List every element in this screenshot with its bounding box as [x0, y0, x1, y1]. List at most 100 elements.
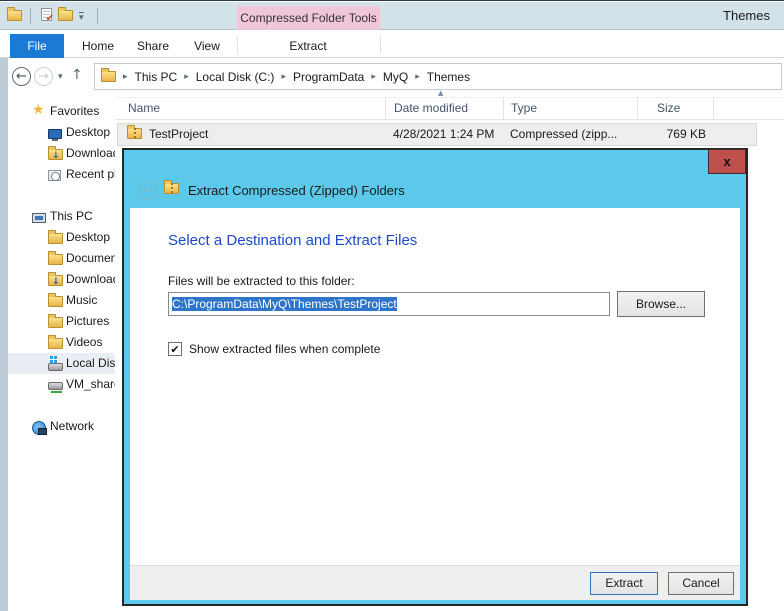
qat-properties-icon[interactable] [41, 8, 52, 21]
file-date-modified: 4/28/2021 1:24 PM [393, 127, 503, 141]
tab-file[interactable]: File [10, 34, 64, 58]
extract-button[interactable]: Extract [590, 572, 658, 595]
videos-folder-icon [48, 338, 63, 349]
tab-view[interactable]: View [184, 34, 230, 58]
column-header-type[interactable]: Type [511, 101, 537, 115]
column-header-name[interactable]: Name [128, 101, 160, 115]
dialog-close-button[interactable]: x [708, 149, 746, 174]
disk-drive-icon [48, 363, 63, 371]
sidebar-item-desktop[interactable]: Desktop [8, 122, 115, 143]
file-size: 769 KB [638, 127, 706, 141]
title-bar: ▾ Compressed Folder Tools Themes [0, 2, 784, 30]
star-icon: ★ [32, 103, 45, 117]
tab-share[interactable]: Share [128, 34, 178, 58]
breadcrumb-arrow-icon: ▸ [184, 72, 189, 82]
breadcrumb-this-pc[interactable]: This PC [135, 70, 178, 84]
zip-folder-icon [127, 128, 142, 139]
dialog-back-button: ← [138, 181, 157, 200]
sidebar-group-this-pc[interactable]: This PC [8, 206, 115, 227]
sidebar-item-label: Desktop [66, 122, 110, 143]
sidebar-item-pc-desktop[interactable]: Desktop [8, 227, 115, 248]
downloads-folder-icon [48, 275, 63, 286]
destination-path-input[interactable]: C:\ProgramData\MyQ\Themes\TestProject [168, 292, 610, 316]
breadcrumb-arrow-icon: ▸ [415, 72, 420, 82]
checkmark-icon: ✔ [170, 343, 179, 356]
column-header-row: Name Date modified Type Size [115, 97, 784, 120]
network-globe-icon [32, 421, 46, 435]
dialog-title: Extract Compressed (Zipped) Folders [188, 183, 405, 198]
tab-extract[interactable]: Extract [270, 34, 346, 58]
ribbon-tab-row: File Home Share View Extract [0, 30, 784, 58]
file-row-testproject[interactable]: TestProject 4/28/2021 1:24 PM Compressed… [117, 123, 757, 146]
sidebar-item-vm-shared[interactable]: VM_shared [8, 374, 115, 395]
extract-dialog: x ← Extract Compressed (Zipped) Folders … [122, 148, 748, 606]
divider [30, 8, 31, 24]
sidebar-item-documents[interactable]: Documents [8, 248, 115, 269]
breadcrumb-folder-icon [101, 71, 116, 82]
column-header-size[interactable]: Size [657, 101, 680, 115]
navigation-bar: ← → ▾ ↑ ▸ This PC ▸ Local Disk (C:) ▸ Pr… [0, 58, 784, 94]
sidebar-item-label: Desktop [66, 227, 110, 248]
address-bar[interactable]: ▸ This PC ▸ Local Disk (C:) ▸ ProgramDat… [94, 63, 782, 90]
destination-label: Files will be extracted to this folder: [168, 274, 355, 288]
column-header-date-modified[interactable]: Date modified [394, 101, 468, 115]
recent-locations-dropdown-icon[interactable]: ▾ [58, 72, 63, 82]
up-button[interactable]: ↑ [71, 67, 83, 83]
show-files-checkbox[interactable]: ✔ [168, 342, 182, 356]
computer-icon [32, 213, 46, 223]
breadcrumb-arrow-icon: ▸ [281, 72, 286, 82]
sidebar-item-label: Downloads [66, 143, 115, 164]
sidebar-item-pictures[interactable]: Pictures [8, 311, 115, 332]
window-title: Themes [723, 8, 770, 23]
breadcrumb-myq[interactable]: MyQ [383, 70, 408, 84]
app-folder-icon [7, 10, 22, 21]
breadcrumb-themes[interactable]: Themes [427, 70, 470, 84]
dialog-footer: Extract Cancel [130, 565, 740, 600]
cancel-button[interactable]: Cancel [668, 572, 734, 595]
divider [97, 8, 98, 24]
downloads-folder-icon [48, 149, 63, 160]
breadcrumb-arrow-icon: ▸ [371, 72, 376, 82]
sidebar-item-local-disk[interactable]: Local Disk [8, 353, 115, 374]
dialog-heading: Select a Destination and Extract Files [168, 232, 417, 249]
sidebar-item-videos[interactable]: Videos [8, 332, 115, 353]
navigation-pane: ★ Favorites Desktop Downloads Recent pla… [8, 94, 115, 611]
divider[interactable] [713, 98, 714, 120]
sidebar-group-label: This PC [50, 206, 93, 227]
folder-icon [48, 233, 63, 244]
sidebar-group-network[interactable]: Network [8, 416, 115, 437]
recent-places-icon [48, 170, 61, 181]
tab-home[interactable]: Home [74, 34, 122, 58]
sort-ascending-icon[interactable]: ▲ [438, 89, 443, 97]
window-edge [0, 58, 8, 611]
divider [237, 36, 238, 54]
divider [380, 36, 381, 54]
sidebar-item-label: Documents [66, 248, 115, 269]
divider[interactable] [637, 98, 638, 120]
sidebar-item-recent-places[interactable]: Recent places [8, 164, 115, 185]
sidebar-item-pc-downloads[interactable]: Downloads [8, 269, 115, 290]
back-button[interactable]: ← [12, 67, 31, 86]
sidebar-item-downloads[interactable]: Downloads [8, 143, 115, 164]
breadcrumb-programdata[interactable]: ProgramData [293, 70, 364, 84]
qat-customize-dropdown-icon[interactable]: ▾ [79, 12, 84, 23]
divider[interactable] [503, 98, 504, 120]
sidebar-item-music[interactable]: Music [8, 290, 115, 311]
dialog-body: Select a Destination and Extract Files F… [130, 208, 740, 565]
breadcrumb-local-disk[interactable]: Local Disk (C:) [196, 70, 275, 84]
folder-icon [48, 254, 63, 265]
sidebar-group-favorites[interactable]: ★ Favorites [8, 101, 115, 122]
show-files-checkbox-label[interactable]: Show extracted files when complete [189, 342, 380, 356]
network-drive-icon [48, 382, 63, 390]
sidebar-group-label: Favorites [50, 101, 99, 122]
pictures-folder-icon [48, 317, 63, 328]
explorer-window: ▾ Compressed Folder Tools Themes File Ho… [0, 0, 784, 611]
selected-path-text: C:\ProgramData\MyQ\Themes\TestProject [172, 297, 397, 311]
contextual-tab-group: Compressed Folder Tools [237, 6, 380, 30]
breadcrumb-arrow-icon: ▸ [123, 72, 128, 82]
forward-button: → [34, 67, 53, 86]
qat-new-folder-icon[interactable] [58, 10, 73, 21]
browse-button[interactable]: Browse... [617, 291, 705, 317]
divider[interactable] [385, 98, 386, 120]
sidebar-item-label: Music [66, 290, 97, 311]
